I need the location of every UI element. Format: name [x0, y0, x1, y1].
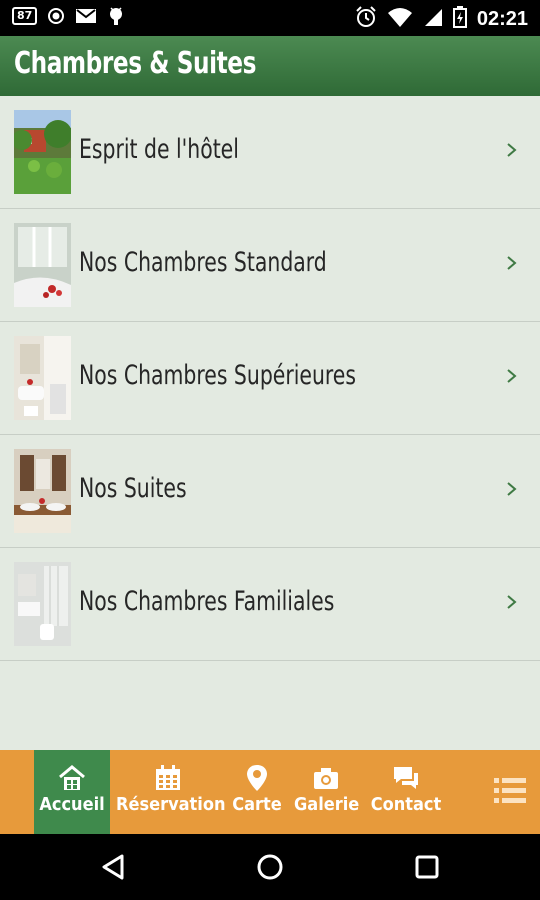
alarm-icon	[356, 6, 376, 27]
chevron-right-icon	[507, 369, 517, 383]
tab-accueil[interactable]: Accueil	[34, 750, 110, 834]
chevron-right-icon	[507, 595, 517, 609]
notification-badge-icon: 87	[12, 7, 38, 25]
clock-time: 02:21	[476, 8, 528, 30]
battery-charging-icon	[452, 6, 467, 28]
map-pin-icon	[247, 765, 267, 791]
list-item-suites[interactable]: Nos Suites	[0, 435, 540, 548]
tab-contact[interactable]: Contact	[366, 750, 446, 834]
app-header: Chambres & Suites	[0, 36, 540, 96]
chevron-right-icon	[507, 482, 517, 496]
status-right-icons: 02:21	[355, 6, 528, 30]
list-item-label: Nos Chambres Familiales	[79, 586, 335, 617]
list-item-label: Esprit de l'hôtel	[79, 134, 239, 165]
bathroom-thumbnail	[14, 336, 71, 420]
record-icon	[48, 8, 65, 24]
chat-icon	[394, 767, 418, 789]
list-menu-icon[interactable]	[494, 776, 526, 806]
chevron-right-icon	[507, 256, 517, 270]
status-bar: 87 02:21	[0, 0, 540, 36]
tab-label: Carte	[232, 794, 282, 815]
status-left-icons: 87	[12, 6, 125, 26]
tab-reservation[interactable]: Réservation	[116, 750, 226, 834]
tab-galerie[interactable]: Galerie	[294, 750, 360, 834]
calendar-icon	[156, 765, 180, 790]
list-item-chambres-superieures[interactable]: Nos Chambres Supérieures	[0, 322, 540, 435]
tab-label: Contact	[370, 794, 442, 815]
rooms-list: Esprit de l'hôtel Nos Chambres Standard …	[0, 96, 540, 750]
tab-label: Galerie	[294, 794, 360, 815]
bathroom-thumbnail	[14, 562, 71, 646]
home-icon	[59, 765, 85, 790]
page-title: Chambres & Suites	[14, 46, 256, 81]
chevron-right-icon	[507, 143, 517, 157]
list-item-label: Nos Chambres Standard	[79, 247, 327, 278]
tab-label: Réservation	[116, 794, 226, 815]
recents-icon[interactable]	[412, 852, 442, 882]
list-item-label: Nos Suites	[79, 473, 187, 504]
list-item-esprit-hotel[interactable]: Esprit de l'hôtel	[0, 96, 540, 209]
back-icon[interactable]	[98, 852, 128, 882]
sink-thumbnail	[14, 449, 71, 533]
camera-icon	[314, 768, 338, 789]
home-circle-icon[interactable]	[255, 852, 285, 882]
gmail-icon	[76, 9, 97, 23]
bottom-tab-bar: Accueil Réservation Carte Galerie Contac…	[0, 750, 540, 834]
bathroom-thumbnail	[14, 223, 71, 307]
list-item-label: Nos Chambres Supérieures	[79, 360, 356, 391]
tab-label: Accueil	[39, 794, 105, 815]
garden-thumbnail	[14, 110, 71, 194]
tab-carte[interactable]: Carte	[226, 750, 288, 834]
signal-icon	[424, 9, 442, 26]
list-item-chambres-familiales[interactable]: Nos Chambres Familiales	[0, 548, 540, 661]
wifi-icon	[387, 8, 412, 27]
system-nav-bar	[0, 834, 540, 900]
android-icon	[110, 7, 123, 25]
list-item-chambres-standard[interactable]: Nos Chambres Standard	[0, 209, 540, 322]
